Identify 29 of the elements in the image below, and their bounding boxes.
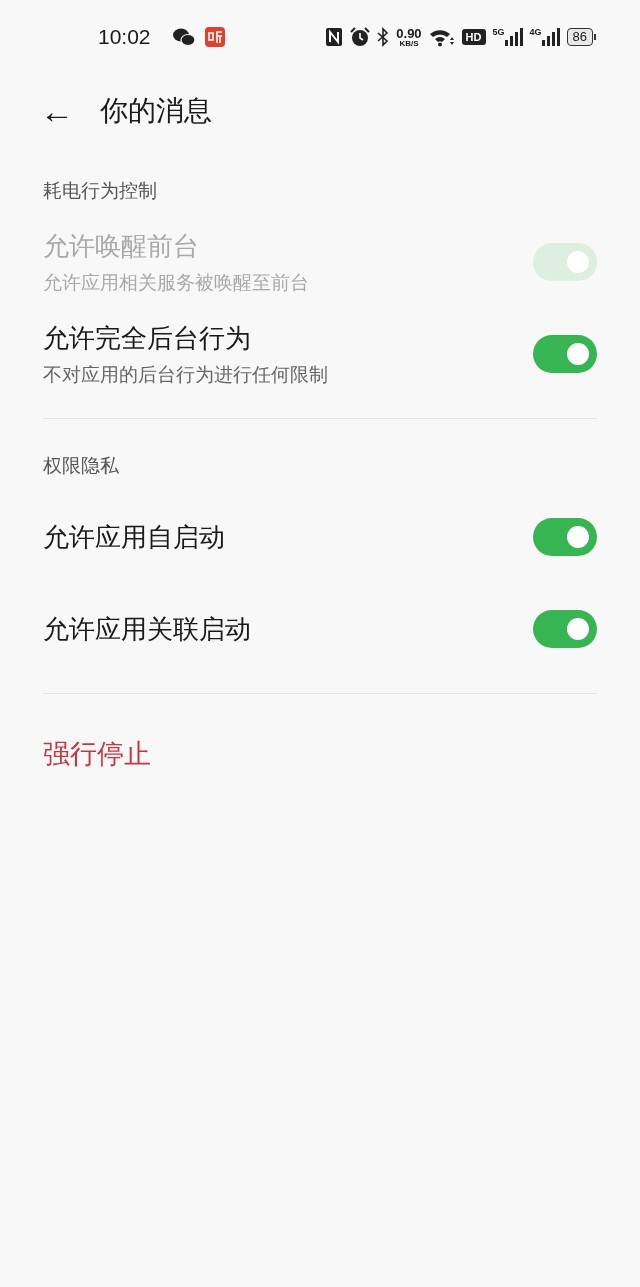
app-icon xyxy=(204,27,225,47)
network-type: 4G xyxy=(529,28,542,37)
wifi-icon xyxy=(428,27,455,47)
clock-time: 10:02 xyxy=(98,25,151,49)
hd-badge: HD xyxy=(461,29,486,45)
setting-title: 允许完全后台行为 xyxy=(43,321,252,355)
setting-title: 允许应用自启动 xyxy=(43,520,225,554)
bluetooth-icon xyxy=(377,27,390,47)
toggle-switch[interactable] xyxy=(533,335,597,373)
back-button[interactable]: ← xyxy=(36,94,78,128)
signal-bars-icon xyxy=(504,28,523,46)
toggle-switch[interactable] xyxy=(533,610,597,648)
signal-bars-icon xyxy=(541,28,560,46)
setting-title: 允许应用关联启动 xyxy=(43,612,251,646)
alarm-clock-icon xyxy=(350,27,371,47)
speed-unit: KB/S xyxy=(399,39,419,48)
nfc-icon xyxy=(325,27,344,47)
battery-level: 86 xyxy=(566,28,593,46)
setting-description: 允许应用相关服务被唤醒至前台 xyxy=(43,270,309,295)
chat-bubbles-icon xyxy=(172,28,195,46)
toggle-switch[interactable] xyxy=(533,518,597,556)
network-speed: 0.90 xyxy=(396,26,422,40)
section-title: 权限隐私 xyxy=(43,454,120,478)
section-title: 耗电行为控制 xyxy=(43,179,158,203)
page-title: 你的消息 xyxy=(100,94,212,128)
setting-description: 不对应用的后台行为进行任何限制 xyxy=(43,362,328,387)
force-stop-button[interactable]: 强行停止 xyxy=(43,724,151,784)
setting-title: 允许唤醒前台 xyxy=(43,229,200,263)
network-type: 5G xyxy=(492,28,505,37)
